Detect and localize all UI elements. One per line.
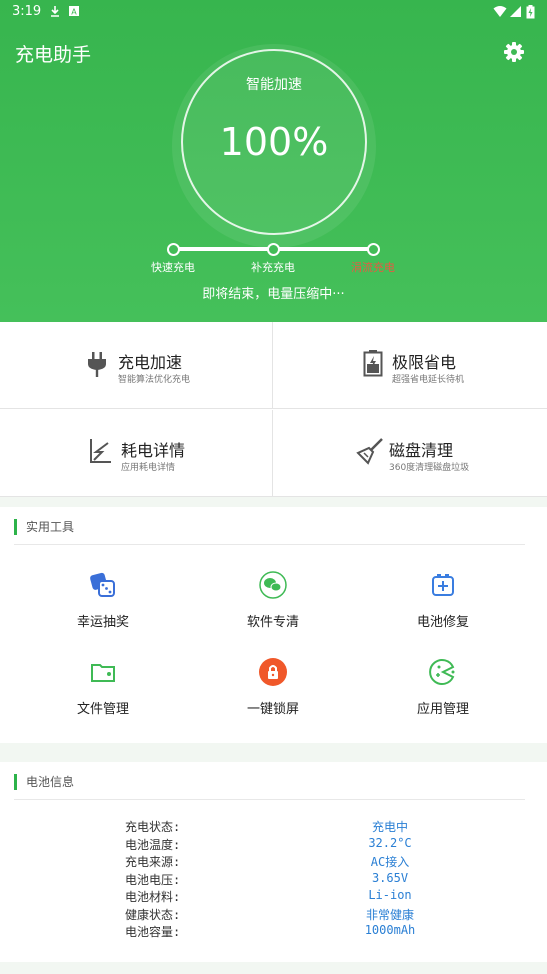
stage-label-supplement: 补充充电 <box>251 261 295 274</box>
settings-gear-icon[interactable] <box>502 40 526 64</box>
info-key: 健康状态: <box>125 907 181 922</box>
app-notification-icon: A <box>69 6 79 17</box>
feature-disk-clean[interactable]: 磁盘清理 360度清理磁盘垃圾 <box>273 410 547 497</box>
battery-plus-icon <box>432 574 454 596</box>
plug-icon <box>88 352 106 377</box>
tool-app-clean[interactable]: 软件专清 <box>213 571 333 641</box>
battery-icon <box>363 350 383 377</box>
feature-title: 磁盘清理 <box>389 441 454 460</box>
info-row-charge-state: 充电状态: 充电中 <box>0 818 547 835</box>
info-key: 充电状态: <box>125 820 181 834</box>
battery-charging-icon <box>526 5 535 19</box>
tool-battery-repair[interactable]: 电池修复 <box>383 571 503 641</box>
tools-title: 实用工具 <box>14 519 74 535</box>
tool-label: 电池修复 <box>416 615 469 630</box>
wifi-icon <box>493 6 507 17</box>
info-key: 电池材料: <box>125 890 181 904</box>
ring-label: 智能加速 <box>246 77 302 93</box>
charge-status-note: 即将结束，电量压缩中··· <box>202 287 345 302</box>
lock-icon <box>259 658 287 686</box>
info-row-temperature: 电池温度: 32.2°C <box>0 836 547 853</box>
status-time: 3:19 <box>12 4 42 19</box>
divider <box>14 799 525 800</box>
stage-dot-fast <box>167 243 180 256</box>
feature-charge-boost[interactable]: 充电加速 智能算法优化充电 <box>0 322 273 409</box>
info-row-source: 充电来源: AC接入 <box>0 853 547 870</box>
info-value: AC接入 <box>370 855 410 869</box>
svg-text:A: A <box>71 8 77 17</box>
info-key: 电池电压: <box>125 872 181 887</box>
tool-label: 幸运抽奖 <box>76 615 129 630</box>
divider <box>14 544 525 545</box>
feature-title: 极限省电 <box>392 353 457 372</box>
app-title: 充电助手 <box>15 44 92 66</box>
tool-label: 一键锁屏 <box>246 702 299 717</box>
wechat-icon <box>259 571 287 599</box>
download-icon <box>51 6 59 17</box>
tool-label: 软件专清 <box>246 615 299 630</box>
feature-title: 耗电详情 <box>121 441 186 460</box>
info-value: 32.2°C <box>368 835 412 850</box>
feature-grid: 充电加速 智能算法优化充电 极限省电 超强省电延长待机 耗电详情 应用耗电详情 … <box>0 322 547 497</box>
info-row-material: 电池材料: Li-ion <box>0 888 547 905</box>
stage-label-trickle: 涓流充电 <box>351 261 395 274</box>
battery-info-title: 电池信息 <box>14 774 74 790</box>
stage-dot-trickle <box>367 243 380 256</box>
bolt-chart-icon <box>90 439 111 463</box>
tool-lucky-draw[interactable]: 幸运抽奖 <box>43 571 163 641</box>
info-key: 充电来源: <box>125 855 181 869</box>
charging-header: 3:19 A 充电助手 智能加速 100% 快速充电 补充充电 涓流充电 即将结… <box>0 0 547 322</box>
info-key: 电池容量: <box>125 925 181 939</box>
tool-lock-screen[interactable]: 一键锁屏 <box>213 658 333 728</box>
dice-icon <box>90 572 115 597</box>
feature-subtitle: 应用耗电详情 <box>121 463 176 473</box>
stage-dot-supplement <box>267 243 280 256</box>
info-key: 电池温度: <box>125 837 181 852</box>
info-row-health: 健康状态: 非常健康 <box>0 906 547 923</box>
broom-icon <box>356 438 383 465</box>
status-bar: 3:19 A <box>0 0 547 24</box>
tool-app-manager[interactable]: 应用管理 <box>383 658 503 728</box>
folder-icon <box>91 664 115 682</box>
feature-subtitle: 超强省电延长待机 <box>392 375 465 385</box>
info-value: 3.65V <box>371 870 409 885</box>
info-value: 充电中 <box>371 820 408 834</box>
battery-info-panel: 电池信息 充电状态: 充电中 电池温度: 32.2°C 充电来源: AC接入 电… <box>0 762 547 962</box>
feature-power-save[interactable]: 极限省电 超强省电延长待机 <box>273 322 547 409</box>
charge-percent: 100% <box>219 120 329 164</box>
info-row-voltage: 电池电压: 3.65V <box>0 871 547 888</box>
feature-title: 充电加速 <box>118 353 183 372</box>
feature-power-details[interactable]: 耗电详情 应用耗电详情 <box>0 410 273 497</box>
tool-file-manager[interactable]: 文件管理 <box>43 658 163 728</box>
info-value: Li-ion <box>368 888 412 902</box>
info-row-capacity: 电池容量: 1000mAh <box>0 923 547 940</box>
info-value: 1000mAh <box>364 923 416 937</box>
signal-icon <box>510 6 521 17</box>
tools-panel: 实用工具 幸运抽奖 软件专清 电池修复 文件管理 一键锁屏 应用管理 <box>0 507 547 743</box>
info-value: 非常健康 <box>365 907 414 922</box>
feature-subtitle: 360度清理磁盘垃圾 <box>389 463 470 473</box>
tool-label: 应用管理 <box>416 702 469 717</box>
stage-label-fast: 快速充电 <box>151 261 195 274</box>
tool-label: 文件管理 <box>76 702 129 717</box>
pacman-icon <box>429 659 455 685</box>
feature-subtitle: 智能算法优化充电 <box>118 375 191 385</box>
